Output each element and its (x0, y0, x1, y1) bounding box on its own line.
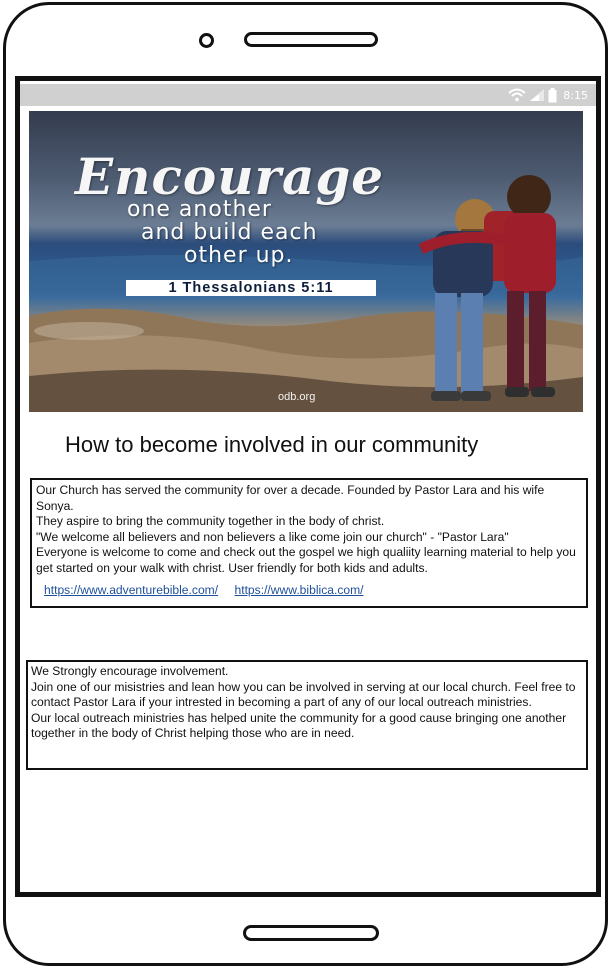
involvement-paragraph: We Strongly encourage involvement. (31, 664, 229, 678)
about-paragraph: "We welcome all believers and non believ… (36, 529, 509, 544)
link-adventurebible[interactable]: https://www.adventurebible.com/ (44, 583, 218, 597)
banner-verse: 1 Thessalonians 5:11 (126, 280, 376, 296)
battery-icon (548, 87, 557, 102)
status-bar: 8:15 (20, 84, 596, 106)
about-paragraph: Everyone is welcome to come and check ou… (36, 545, 576, 575)
home-button[interactable] (243, 925, 379, 941)
page-title: How to become involved in our community (65, 432, 479, 457)
signal-icon (530, 89, 545, 101)
banner-line-2: and build each (141, 220, 318, 245)
screen: 8:15 Encourage one another and build eac… (15, 76, 601, 897)
wifi-icon (508, 88, 526, 102)
about-church-box: Our Church has served the community for … (30, 478, 588, 608)
resource-links: https://www.adventurebible.com/ https://… (36, 583, 582, 599)
banner-watermark: odb.org (278, 391, 316, 403)
about-paragraph: Our Church has served the community for … (36, 483, 545, 513)
speaker-grille (244, 32, 378, 47)
camera-icon (199, 33, 214, 48)
link-biblica[interactable]: https://www.biblica.com/ (234, 583, 363, 597)
status-time: 8:15 (563, 88, 588, 102)
banner-line-3: other up. (184, 243, 294, 268)
about-paragraph: They aspire to bring the community toget… (36, 514, 385, 529)
banner-line-1: one another (127, 197, 272, 222)
banner-image: Encourage one another and build each oth… (29, 111, 583, 412)
involvement-paragraph: Join one of our misistries and lean how … (31, 679, 576, 710)
involvement-box: We Strongly encourage involvement. Join … (26, 660, 588, 770)
involvement-paragraph: Our local outreach ministries has helped… (31, 710, 567, 741)
